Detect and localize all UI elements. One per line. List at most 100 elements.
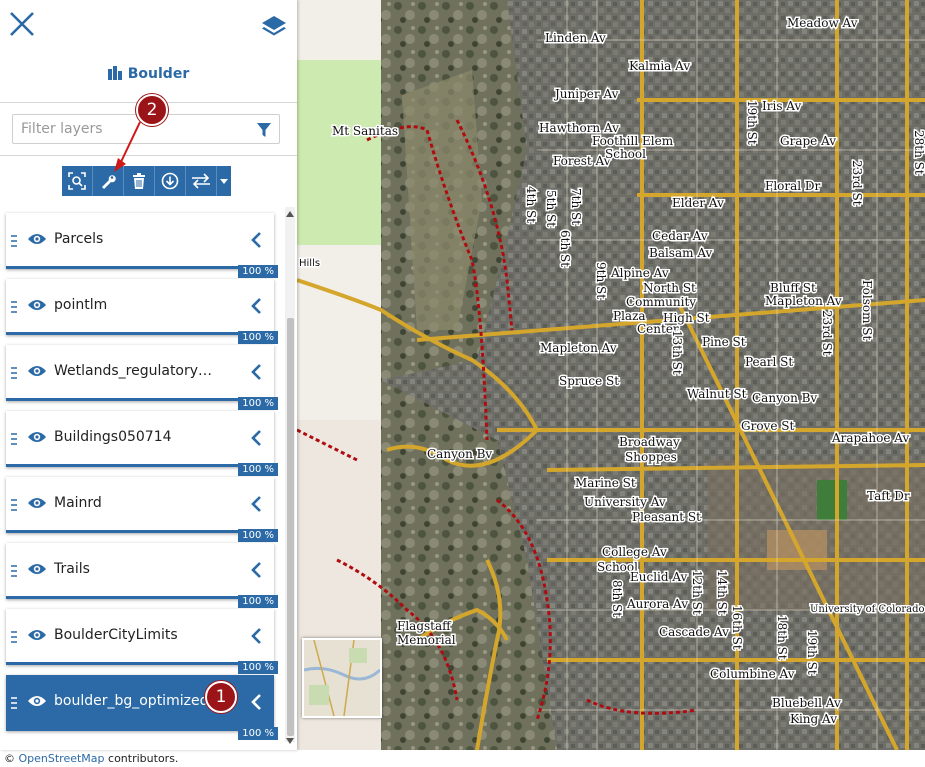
annotation-badge: 1 — [205, 681, 237, 713]
drag-handle-icon[interactable] — [10, 366, 18, 380]
funnel-icon[interactable] — [257, 122, 271, 138]
overview-map[interactable] — [302, 638, 382, 718]
opacity-slider[interactable] — [6, 398, 274, 401]
layer-name: BoulderCityLimits — [54, 627, 178, 643]
map-label: Hawthorn Av — [539, 121, 619, 135]
chevron-left-icon[interactable] — [250, 429, 262, 447]
map-title: Boulder — [0, 66, 297, 82]
drag-handle-icon[interactable] — [10, 234, 18, 248]
map-label: Iris Av — [762, 99, 801, 113]
visibility-eye-icon[interactable] — [27, 562, 47, 576]
layer-item[interactable]: Buildings050714 100 % — [6, 411, 278, 476]
map-canvas[interactable]: Linden Av Meadow Av Kalmia Av Juniper Av… — [297, 0, 925, 750]
opacity-slider[interactable] — [6, 728, 274, 731]
map-label: Balsam Av — [649, 246, 712, 260]
drag-handle-icon[interactable] — [10, 630, 18, 644]
opacity-value: 100 % — [238, 397, 278, 410]
map-label: Community — [626, 295, 696, 309]
visibility-eye-icon[interactable] — [27, 628, 47, 642]
layer-item[interactable]: Wetlands_regulatory… 100 % — [6, 345, 278, 410]
layer-item[interactable]: Parcels 100 % — [6, 213, 278, 278]
scroll-up-icon[interactable] — [286, 211, 294, 217]
map-label: Pine St — [702, 335, 746, 349]
map-label: 8th St — [610, 580, 624, 617]
map-label: Kalmia Av — [629, 59, 690, 73]
drag-handle-icon[interactable] — [10, 432, 18, 446]
scroll-down-icon[interactable] — [286, 738, 294, 744]
chevron-left-icon[interactable] — [250, 297, 262, 315]
map-label: Pearl St — [745, 355, 793, 369]
visibility-eye-icon[interactable] — [27, 496, 47, 510]
more-options-button[interactable] — [217, 166, 231, 196]
map-label: 13th St — [670, 330, 684, 375]
chevron-left-icon[interactable] — [250, 693, 262, 711]
visibility-eye-icon[interactable] — [27, 364, 47, 378]
layer-name: Mainrd — [54, 495, 102, 511]
swap-button[interactable] — [186, 166, 217, 196]
opacity-value: 100 % — [238, 463, 278, 476]
opacity-value: 100 % — [238, 331, 278, 344]
visibility-eye-icon[interactable] — [27, 298, 47, 312]
map-label: Aurora Av — [626, 597, 688, 611]
drag-handle-icon[interactable] — [10, 300, 18, 314]
layer-name: Wetlands_regulatory… — [54, 363, 213, 379]
map-label: Shoppes — [625, 450, 677, 464]
opacity-slider[interactable] — [6, 662, 274, 665]
scrollbar-thumb[interactable] — [287, 318, 294, 736]
visibility-eye-icon[interactable] — [27, 430, 47, 444]
chevron-left-icon[interactable] — [250, 561, 262, 579]
opacity-slider[interactable] — [6, 464, 274, 467]
layer-item[interactable]: pointlm 100 % — [6, 279, 278, 344]
map-label: 4th St — [524, 186, 538, 223]
map-label: Cascade Av — [659, 625, 729, 639]
map-label: Marine St — [575, 476, 636, 490]
layer-name: Parcels — [54, 231, 104, 247]
chevron-left-icon[interactable] — [250, 495, 262, 513]
map-label: Euclid Av — [630, 570, 688, 584]
map-label: Grape Av — [780, 134, 836, 148]
map-label: Grove St — [741, 419, 794, 433]
visibility-eye-icon[interactable] — [27, 694, 47, 708]
layers-icon[interactable] — [260, 12, 288, 40]
layer-item[interactable]: BoulderCityLimits 100 % — [6, 609, 278, 674]
opacity-slider[interactable] — [6, 266, 274, 269]
copyright-symbol: © — [4, 752, 15, 765]
zoom-to-layer-button[interactable] — [62, 166, 93, 196]
opacity-slider[interactable] — [6, 530, 274, 533]
download-button[interactable] — [155, 166, 186, 196]
opacity-slider[interactable] — [6, 332, 274, 335]
layer-item[interactable]: Mainrd 100 % — [6, 477, 278, 542]
osm-link[interactable]: OpenStreetMap — [19, 752, 105, 765]
layer-item[interactable]: Trails 100 % — [6, 543, 278, 608]
map-label: 6th St — [558, 230, 572, 267]
opacity-slider[interactable] — [6, 596, 274, 599]
map-label: Canyon Bv — [427, 447, 492, 461]
map-label: Mt Sanitas — [332, 124, 398, 138]
chevron-left-icon[interactable] — [250, 231, 262, 249]
map-label: Canyon Bv — [752, 391, 817, 405]
opacity-value: 100 % — [238, 529, 278, 542]
map-icon — [107, 66, 122, 80]
drag-handle-icon[interactable] — [10, 564, 18, 578]
map-label: Meadow Av — [787, 16, 858, 30]
map-label: Juniper Av — [553, 87, 619, 101]
map-label: Mapleton Av — [540, 341, 617, 355]
map-label: 19th St — [745, 100, 759, 145]
opacity-value: 100 % — [238, 661, 278, 674]
close-icon[interactable] — [8, 10, 36, 38]
map-label: 19th St — [805, 630, 819, 675]
map-label: Elder Av — [672, 196, 724, 210]
drag-handle-icon[interactable] — [10, 696, 18, 710]
visibility-eye-icon[interactable] — [27, 232, 47, 246]
chevron-left-icon[interactable] — [250, 627, 262, 645]
map-label: 14th St — [715, 570, 729, 615]
map-label: 12th St — [690, 570, 704, 615]
map-label: Spruce St — [559, 374, 619, 388]
map-label: Bluff St — [770, 281, 816, 295]
chevron-left-icon[interactable] — [250, 363, 262, 381]
map-label: 9th St — [594, 262, 608, 299]
drag-handle-icon[interactable] — [10, 498, 18, 512]
layer-name: boulder_bg_optimized — [54, 693, 209, 709]
zoom-to-extent-icon — [68, 172, 86, 190]
map-label: University of Colorado — [810, 604, 925, 615]
